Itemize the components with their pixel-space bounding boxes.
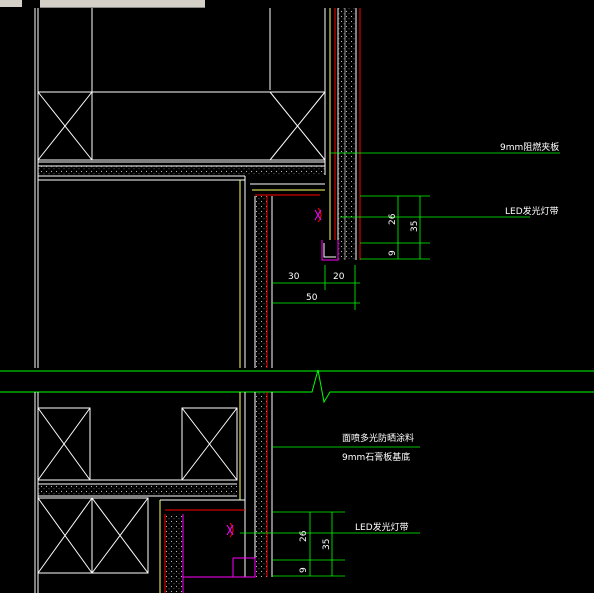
ceiling-step bbox=[239, 176, 325, 368]
label-led-strip-top: LED发光灯带 bbox=[505, 205, 559, 217]
led-slot-bottom bbox=[226, 522, 256, 578]
upper-wall bbox=[329, 8, 361, 260]
dim-top-26: 26 bbox=[388, 213, 398, 225]
label-9mm-fireproof-board: 9mm阻燃夹板 bbox=[500, 141, 559, 153]
dim-bottom-35: 35 bbox=[322, 539, 332, 550]
lower-slab-hatch bbox=[38, 485, 237, 495]
cad-drawing[interactable]: 9mm阻燃夹板 LED发光灯带 面喷多光防晒涂料 9mm石膏板基底 LED发光灯… bbox=[0, 0, 594, 593]
dim-bottom-26: 26 bbox=[299, 530, 309, 542]
dim-bottom-9: 9 bbox=[299, 567, 309, 573]
label-paint-coating: 面喷多光防晒涂料 bbox=[342, 432, 414, 444]
label-gypsum-base: 9mm石膏板基底 bbox=[342, 451, 410, 463]
upper-slab-hatch bbox=[38, 166, 325, 176]
label-led-strip-bottom: LED发光灯带 bbox=[355, 521, 409, 533]
upper-structure bbox=[34, 8, 326, 368]
dim-horizontal-50: 50 bbox=[306, 293, 318, 303]
dim-horizontal-30: 30 bbox=[288, 272, 300, 282]
dim-top-35: 35 bbox=[410, 221, 420, 232]
dim-top-9: 9 bbox=[388, 250, 398, 256]
dim-horizontal-20: 20 bbox=[333, 272, 345, 282]
break-line bbox=[0, 369, 594, 404]
